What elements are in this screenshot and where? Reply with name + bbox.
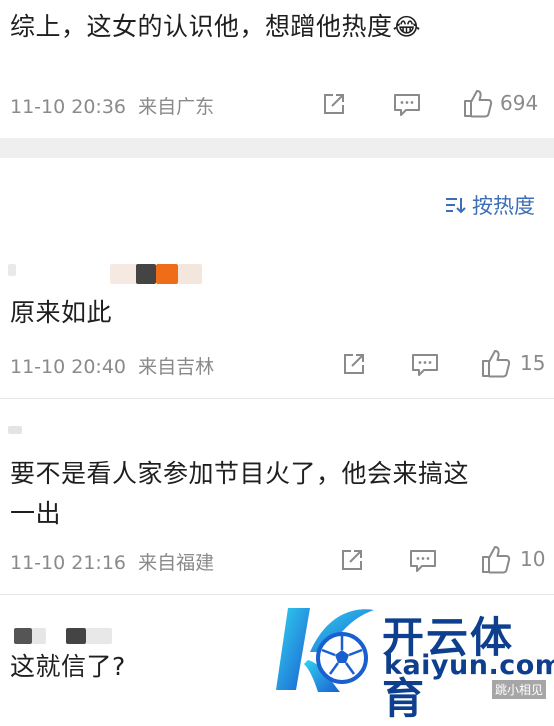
kaiyun-logo-icon [270,600,382,698]
divider [0,594,554,595]
comment-3-meta: 11-10 21:16 来自福建 [10,548,214,575]
comment-1-text: 综上，这女的认识他，想蹭他热度😂 [10,10,421,44]
like-button[interactable]: 15 [480,348,545,378]
like-button[interactable]: 694 [462,88,538,118]
comment-4-username-blurred [8,622,118,650]
comment-2-time: 11-10 20:40 [10,356,127,378]
share-icon[interactable] [338,546,366,574]
comment-2-like-count: 15 [520,351,546,375]
comment-2-location: 来自吉林 [138,356,215,378]
sort-icon [444,195,466,215]
comment-1-location: 来自广东 [138,96,215,118]
comment-3-time: 11-10 21:16 [10,552,127,574]
watermark-corner-text: 跳小相见 [492,680,547,699]
section-separator [0,138,554,158]
comment-1-time: 11-10 20:36 [10,96,127,118]
comment-3-line-2: 一出 [10,499,62,528]
thumbs-up-icon [480,544,512,574]
comment-1-meta: 11-10 20:36 来自广东 [10,92,214,119]
laughing-emoji-icon: 😂 [392,13,422,41]
comment-1-like-count: 694 [500,91,539,115]
comment-icon[interactable] [410,351,440,379]
comment-icon[interactable] [408,547,438,575]
comment-4-body: 这就信了? [10,652,126,681]
thumbs-up-icon [462,88,494,118]
divider [0,398,554,399]
comment-3-username-blurred [8,424,48,438]
comment-2-meta: 11-10 20:40 来自吉林 [10,352,214,379]
share-icon[interactable] [320,90,348,118]
comment-icon[interactable] [392,91,422,119]
sort-by-heat-button[interactable]: 按热度 [444,190,535,220]
comment-2-username-blurred [8,258,208,288]
comment-3-text: 要不是看人家参加节目火了，他会来搞这 一出 [10,454,469,534]
share-icon[interactable] [340,350,368,378]
comment-3-like-count: 10 [520,547,546,571]
watermark-domain: kaiyun.com [384,650,554,681]
sort-label: 按热度 [472,194,535,218]
comment-2-body: 原来如此 [10,298,113,327]
comment-3-line-1: 要不是看人家参加节目火了，他会来搞这 [10,459,470,488]
thumbs-up-icon [480,348,512,378]
watermark: 开云体育 kaiyun.com 跳小相见 [270,598,554,723]
like-button[interactable]: 10 [480,544,545,574]
comment-1-body: 综上，这女的认识他，想蹭他热度 [10,12,393,41]
comment-3-location: 来自福建 [138,552,215,574]
